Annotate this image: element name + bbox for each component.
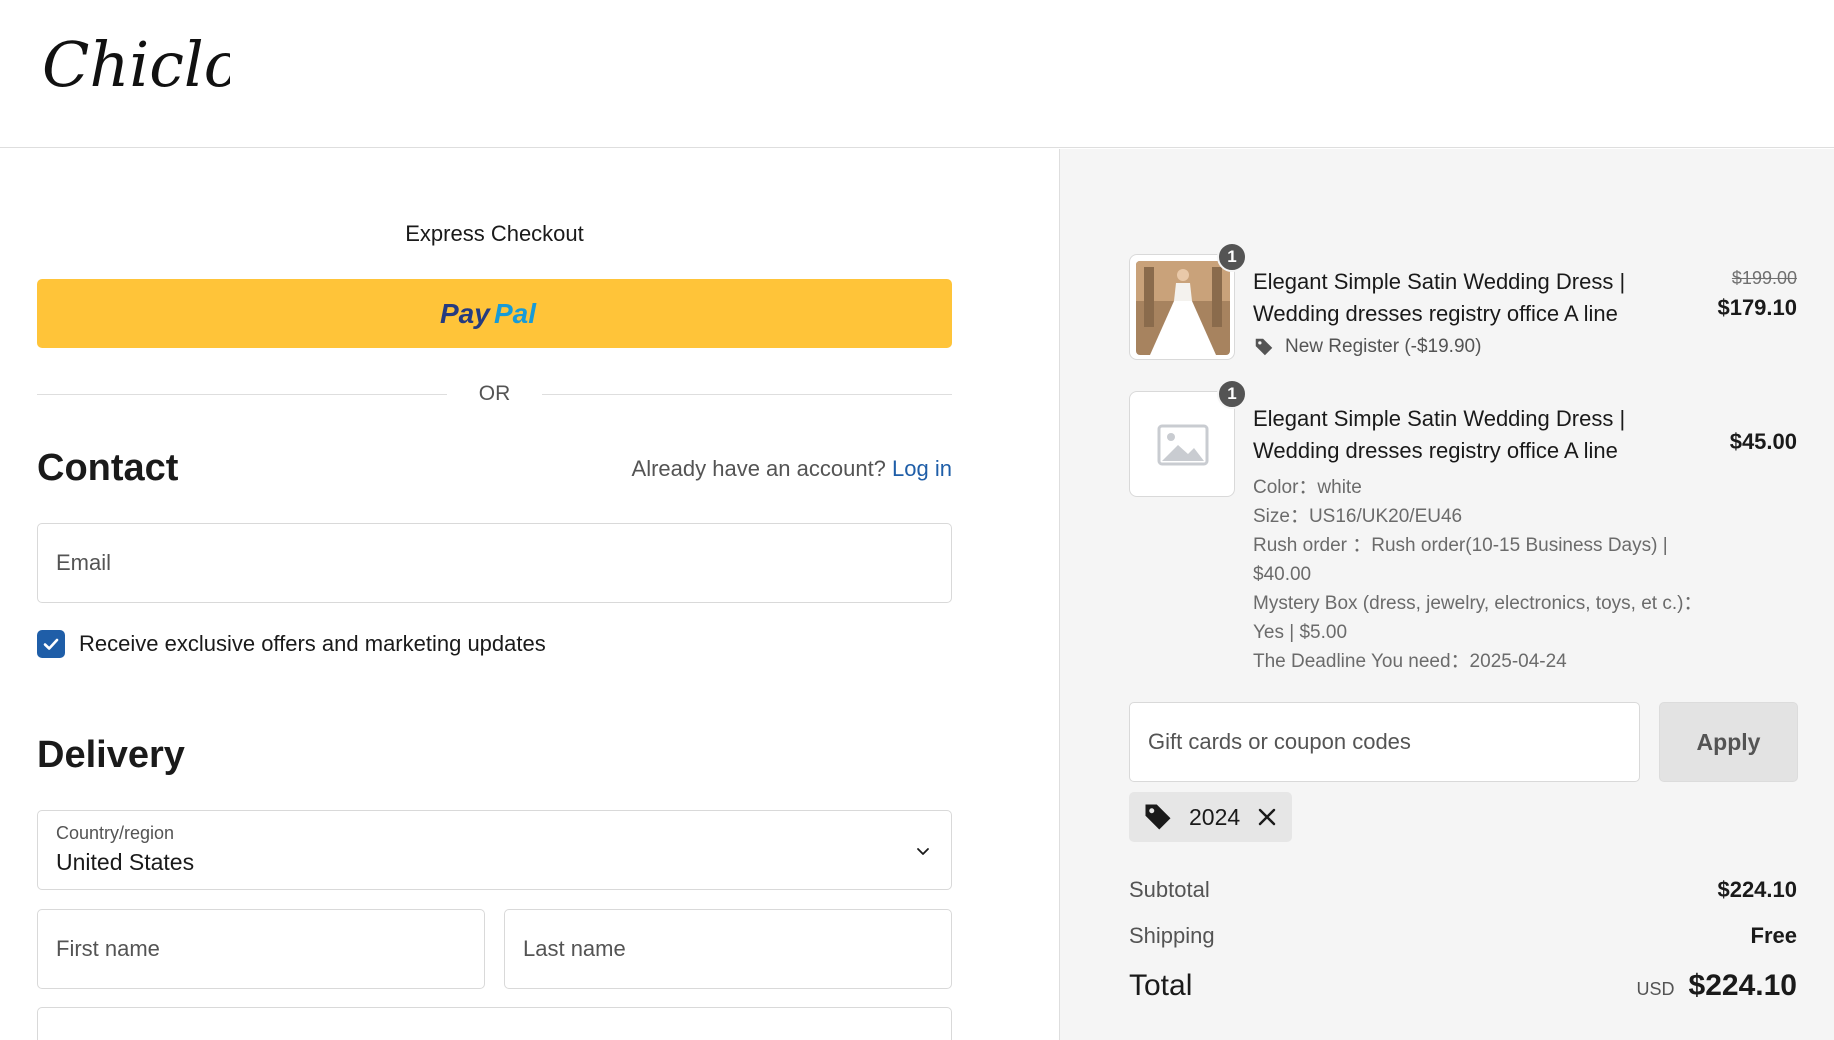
dress-photo-icon [1136,261,1230,355]
item-name: Elegant Simple Satin Wedding Dress | Wed… [1253,406,1626,463]
option-line: Size：US16/UK20/EU46 [1253,506,1463,527]
total-label: Total [1129,969,1193,1002]
divider-line-left [37,393,447,395]
wedding-dress-image [1136,261,1230,355]
close-icon[interactable] [1256,806,1278,828]
order-summary: 1 Elegant Simple Satin Wedding Dress | W… [1059,149,1834,1040]
contact-title: Contact [37,447,179,489]
total-value: $224.10 [1688,969,1797,1002]
placeholder-image [1136,398,1230,492]
item-options: Color：white Size：US16/UK20/EU46 Rush ord… [1253,473,1703,676]
subtotal-row: Subtotal $224.10 [1129,877,1797,903]
quantity-badge: 1 [1217,242,1247,272]
last-name-field[interactable] [505,910,951,988]
applied-coupon-tag: 2024 [1129,792,1293,842]
paypal-pay-text: Pay [440,298,491,329]
paypal-pal-text: Pal [494,298,537,329]
product-thumbnail: 1 [1129,379,1247,497]
product-thumbnail: 1 [1129,242,1247,360]
country-label: Country/region [56,823,175,843]
account-prompt-text: Already have an account? [631,456,886,481]
tag-icon [1255,338,1273,356]
discount-line: New Register (-$19.90) [1253,336,1481,358]
shipping-value: Free [1750,923,1797,948]
tag-icon [1145,804,1171,830]
total-row: Total USD $224.10 [1129,969,1797,1003]
checkout-main: Express Checkout Pay Pal OR Contact Alre… [0,149,1059,1040]
currency-code: USD [1636,979,1675,999]
chevron-down-icon [917,848,929,855]
total-amount: USD $224.10 [1637,969,1797,1003]
applied-coupon-code: 2024 [1189,803,1241,830]
shipping-row: Shipping Free [1129,923,1797,949]
address-field-wrapper [37,1007,952,1040]
coupon-field-wrapper [1129,702,1640,782]
option-line: The Deadline You need：2025-04-24 [1253,651,1567,672]
shipping-label: Shipping [1129,923,1215,948]
first-name-wrapper [37,909,485,989]
item-price: $45.00 [1729,429,1797,454]
subtotal-label: Subtotal [1129,877,1210,902]
email-field-wrapper [37,523,952,603]
express-checkout-title: Express Checkout [405,221,584,246]
logo-text: Chicloth [42,28,230,101]
country-select[interactable]: Country/region United States [37,810,952,890]
option-line: Rush order ：Rush order(10-15 Business Da… [1253,535,1668,585]
email-field[interactable] [38,524,951,602]
item-price-block: $199.00 $179.10 [1717,268,1797,321]
marketing-label: Receive exclusive offers and marketing u… [79,631,546,656]
item-name: Elegant Simple Satin Wedding Dress | Wed… [1253,269,1626,326]
paypal-logo: Pay Pal [440,298,537,329]
country-value: United States [56,849,195,875]
discounted-price: $179.10 [1717,295,1797,320]
divider-line-right [542,393,952,395]
marketing-checkbox[interactable] [37,630,65,658]
address-field[interactable] [38,1008,951,1040]
subtotal-value: $224.10 [1717,877,1797,902]
delivery-title: Delivery [37,734,185,776]
checkmark-icon [43,638,59,650]
option-line: Color：white [1253,477,1362,498]
login-link[interactable]: Log in [892,456,952,481]
coupon-input[interactable] [1130,703,1639,781]
apply-coupon-button[interactable]: Apply [1659,702,1798,782]
paypal-button[interactable]: Pay Pal [37,279,952,348]
or-label: OR [478,382,511,405]
marketing-opt-in: Receive exclusive offers and marketing u… [37,630,546,658]
or-divider: OR [37,379,952,409]
quantity-badge: 1 [1217,379,1247,409]
discount-text: New Register (-$19.90) [1285,336,1482,357]
option-line: Mystery Box (dress, jewelry, electronics… [1253,593,1703,643]
chicloth-logo[interactable]: Chicloth [40,14,230,114]
image-placeholder-icon [1157,424,1209,466]
last-name-wrapper [504,909,952,989]
account-prompt: Already have an account? Log in [632,456,952,482]
first-name-field[interactable] [38,910,484,988]
site-header: Chicloth [0,0,1834,148]
original-price: $199.00 [1731,268,1797,288]
